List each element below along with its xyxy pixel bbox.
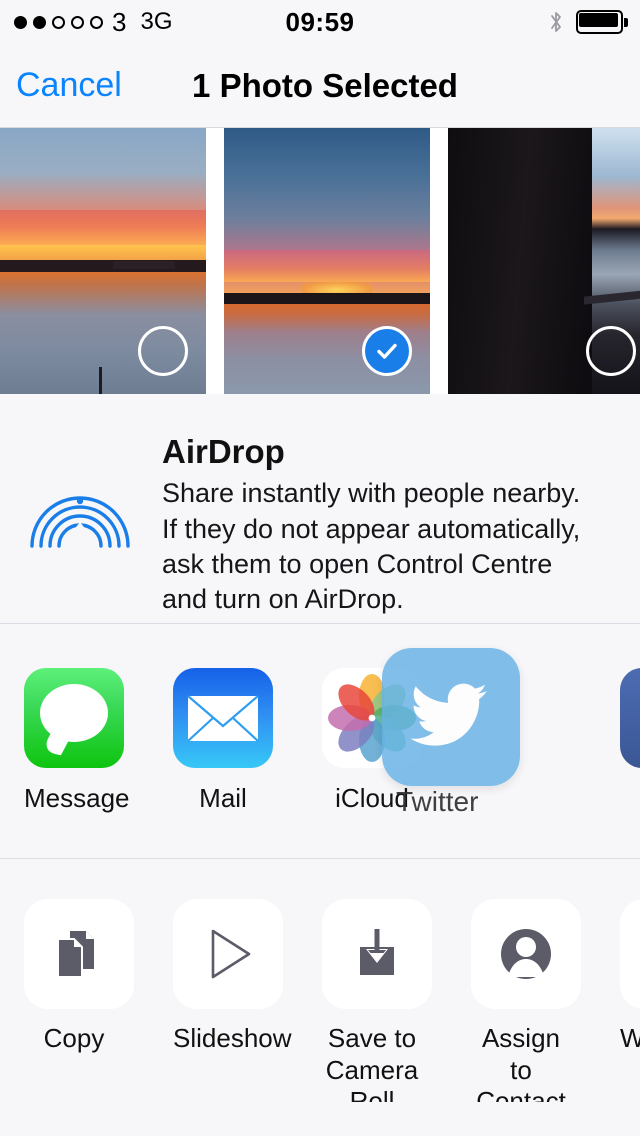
share-sheet-screen: 3 3G 09:59 Cancel 1 Photo Selected AirDr… bbox=[0, 0, 640, 1136]
share-target-mail[interactable]: Mail bbox=[173, 668, 273, 814]
play-triangle-icon bbox=[173, 899, 283, 1009]
wallpaper-icon bbox=[620, 899, 640, 1009]
photo-thumbnail-1[interactable] bbox=[0, 128, 206, 394]
photo-thumbnail-3[interactable] bbox=[448, 128, 640, 394]
facebook-icon bbox=[620, 668, 640, 768]
twitter-bird-icon bbox=[410, 683, 487, 746]
action-slideshow[interactable]: Slideshow bbox=[173, 899, 292, 1055]
action-assign-to-contact[interactable]: Assign to Contact bbox=[471, 899, 581, 1102]
check-icon bbox=[377, 343, 397, 359]
action-copy[interactable]: Copy bbox=[24, 899, 134, 1055]
bluetooth-icon bbox=[548, 9, 564, 35]
action-label: W bbox=[620, 1023, 640, 1053]
page-title: 1 Photo Selected bbox=[192, 66, 458, 104]
photo-select-circle-3[interactable] bbox=[586, 326, 636, 376]
share-target-facebook[interactable]: F bbox=[620, 668, 640, 814]
app-share-row[interactable]: Message Mail iCloud bbox=[0, 624, 640, 859]
photo-select-circle-2[interactable] bbox=[362, 326, 412, 376]
navigation-bar: Cancel 1 Photo Selected bbox=[0, 44, 640, 128]
share-target-label: F bbox=[620, 783, 640, 814]
action-row[interactable]: Copy Slideshow Save to Camera Roll Assig… bbox=[0, 859, 640, 1102]
action-label: Save to Camera Roll bbox=[325, 1023, 419, 1102]
dragged-twitter-icon[interactable] bbox=[382, 648, 520, 786]
airdrop-text-block: AirDrop Share instantly with people near… bbox=[162, 433, 602, 618]
photo-thumbnail-2[interactable] bbox=[224, 128, 430, 394]
status-bar: 3 3G 09:59 bbox=[0, 0, 640, 44]
action-save-to-camera-roll[interactable]: Save to Camera Roll bbox=[322, 899, 432, 1102]
dragged-twitter-label: Twitter bbox=[396, 786, 479, 817]
photo-select-circle-1[interactable] bbox=[138, 326, 188, 376]
copy-documents-icon bbox=[24, 899, 134, 1009]
share-target-label: Message bbox=[24, 783, 130, 813]
airdrop-title: AirDrop bbox=[162, 433, 285, 470]
airdrop-radar-icon bbox=[24, 442, 136, 552]
share-target-label: Mail bbox=[199, 783, 247, 813]
download-arrow-icon bbox=[322, 899, 432, 1009]
action-label: Copy bbox=[43, 1023, 105, 1053]
person-silhouette-icon bbox=[471, 899, 581, 1009]
status-bar-clock: 09:59 bbox=[285, 6, 355, 37]
airdrop-section: AirDrop Share instantly with people near… bbox=[0, 394, 640, 624]
action-use-as-wallpaper[interactable]: W bbox=[620, 899, 640, 1055]
action-label: Assign to Contact bbox=[476, 1023, 566, 1102]
action-label: Slideshow bbox=[173, 1023, 292, 1053]
airdrop-description: Share instantly with people nearby. If t… bbox=[162, 478, 581, 615]
status-bar-right bbox=[548, 9, 628, 35]
battery-icon bbox=[576, 10, 628, 34]
mail-icon bbox=[173, 668, 273, 768]
photo-thumbnail-strip[interactable] bbox=[0, 128, 640, 394]
messages-icon bbox=[24, 668, 124, 768]
share-target-message[interactable]: Message bbox=[24, 668, 130, 814]
